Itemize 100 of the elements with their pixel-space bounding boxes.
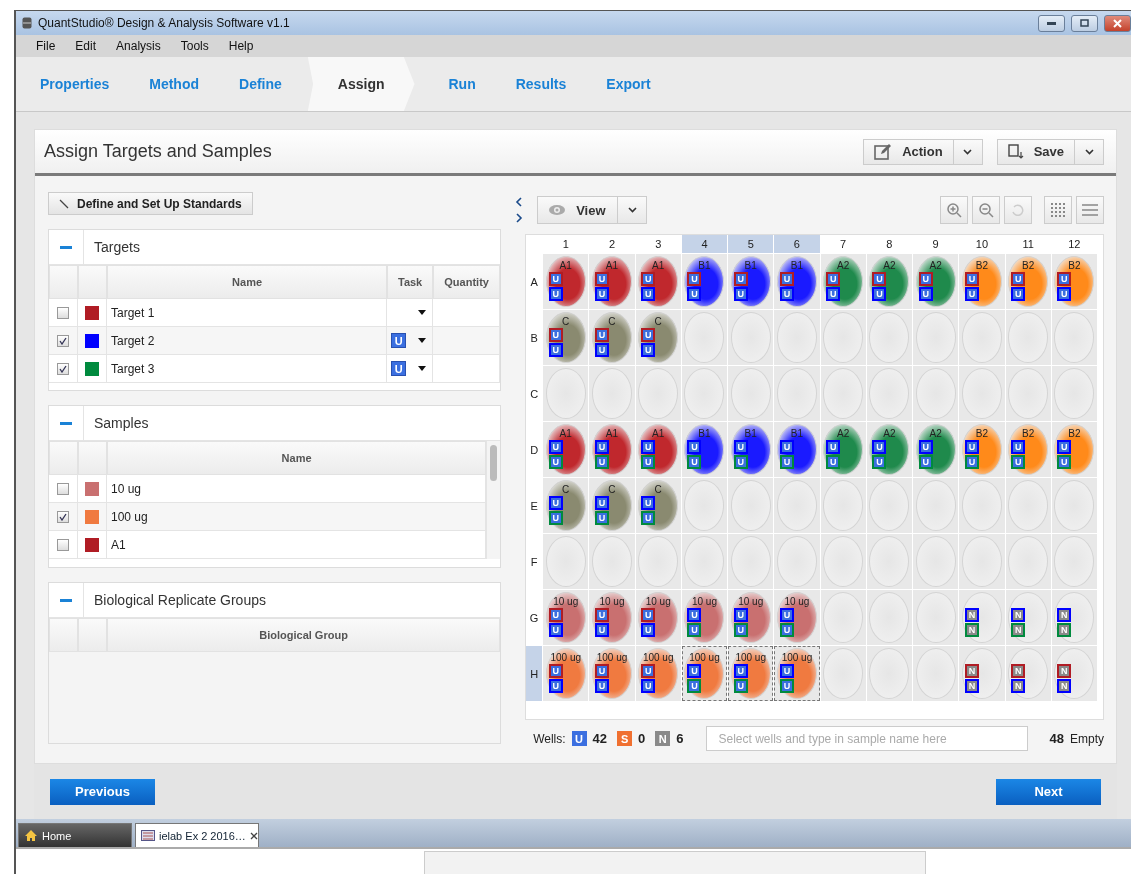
well-cell[interactable] (1005, 366, 1051, 421)
well-cell[interactable] (866, 366, 913, 421)
column-label[interactable]: 12 (1051, 235, 1097, 253)
well-cell[interactable]: B1 U U (681, 422, 728, 477)
well-cell[interactable] (820, 646, 866, 701)
checkbox[interactable] (57, 538, 69, 551)
well-cell[interactable]: B1 U U (681, 254, 728, 309)
well-cell[interactable] (681, 310, 728, 365)
list-view-button[interactable] (1076, 196, 1104, 224)
column-label[interactable]: 5 (728, 235, 774, 253)
close-icon[interactable] (249, 831, 258, 840)
reset-button[interactable] (1004, 196, 1032, 224)
well-cell[interactable] (589, 366, 635, 421)
well-cell[interactable]: B2 U U (1051, 422, 1097, 477)
well-cell[interactable]: C U U (543, 310, 589, 365)
well-cell[interactable] (681, 478, 728, 533)
well-cell[interactable] (866, 534, 913, 589)
well-cell[interactable]: A2 U U (820, 422, 866, 477)
menu-item[interactable]: Help (218, 39, 264, 53)
well-cell[interactable]: B2 U U (1051, 254, 1097, 309)
well-cell[interactable]: C U U (635, 478, 681, 533)
well-cell[interactable]: B2 U U (959, 422, 1005, 477)
next-button[interactable]: Next (996, 778, 1101, 805)
well-cell[interactable] (913, 310, 959, 365)
checkbox[interactable] (57, 334, 69, 347)
well-cell[interactable]: A1 U U (543, 254, 589, 309)
document-tab[interactable]: Home (18, 823, 132, 847)
well-cell[interactable] (1051, 534, 1097, 589)
well-cell[interactable]: C U U (543, 478, 589, 533)
well-cell[interactable] (913, 590, 959, 645)
well-cell[interactable] (728, 534, 774, 589)
well-cell[interactable]: 100 ug U U (774, 646, 820, 701)
well-cell[interactable] (1051, 366, 1097, 421)
well-cell[interactable]: B1 U U (774, 422, 820, 477)
well-cell[interactable] (681, 366, 728, 421)
well-cell[interactable] (820, 310, 866, 365)
well-cell[interactable] (959, 478, 1005, 533)
well-cell[interactable]: A2 U U (866, 254, 913, 309)
well-cell[interactable] (728, 366, 774, 421)
well-cell[interactable]: A1 U U (589, 254, 635, 309)
well-cell[interactable]: 100 ug U U (543, 646, 589, 701)
well-cell[interactable]: A2 U U (820, 254, 866, 309)
well-cell[interactable] (635, 366, 681, 421)
checkbox[interactable] (57, 510, 69, 523)
well-cell[interactable] (959, 534, 1005, 589)
scrollbar[interactable] (486, 441, 501, 559)
column-label[interactable]: 8 (866, 235, 913, 253)
well-cell[interactable] (913, 534, 959, 589)
column-label[interactable]: 3 (635, 235, 681, 253)
well-cell[interactable] (774, 478, 820, 533)
checkbox[interactable] (57, 306, 69, 319)
menu-item[interactable]: Edit (65, 39, 107, 53)
well-cell[interactable] (866, 646, 913, 701)
well-cell[interactable] (728, 478, 774, 533)
well-cell[interactable]: 100 ug U U (681, 646, 728, 701)
column-label[interactable]: 2 (589, 235, 635, 253)
well-cell[interactable]: 10 ug U U (774, 590, 820, 645)
grid-view-button[interactable] (1044, 196, 1072, 224)
well-cell[interactable] (866, 310, 913, 365)
column-label[interactable]: 11 (1005, 235, 1051, 253)
well-cell[interactable]: 100 ug U U (589, 646, 635, 701)
well-cell[interactable]: A1 U U (635, 254, 681, 309)
dropdown-arrow-icon[interactable] (418, 366, 427, 371)
well-cell[interactable]: A2 U U (913, 422, 959, 477)
well-cell[interactable] (959, 310, 1005, 365)
well-cell[interactable]: 10 ug U U (543, 590, 589, 645)
well-cell[interactable] (1005, 310, 1051, 365)
row-label[interactable]: B (526, 310, 543, 365)
well-cell[interactable]: A1 U U (635, 422, 681, 477)
well-cell[interactable]: 10 ug U U (728, 590, 774, 645)
zoom-in-button[interactable] (940, 196, 968, 224)
minimize-button[interactable] (1038, 14, 1065, 32)
well-cell[interactable] (1051, 478, 1097, 533)
well-cell[interactable]: C U U (635, 310, 681, 365)
menu-item[interactable]: Analysis (106, 39, 171, 53)
well-cell[interactable]: A2 U U (866, 422, 913, 477)
well-cell[interactable]: B2 U U (1005, 422, 1051, 477)
well-cell[interactable] (913, 478, 959, 533)
well-cell[interactable]: A1 U U (589, 422, 635, 477)
well-cell[interactable] (681, 534, 728, 589)
column-label[interactable]: 1 (543, 235, 589, 253)
well-cell[interactable] (866, 478, 913, 533)
well-cell[interactable]: 10 ug U U (635, 590, 681, 645)
well-cell[interactable] (913, 366, 959, 421)
well-cell[interactable] (589, 534, 635, 589)
checkbox[interactable] (57, 362, 69, 375)
expand-arrows-icon[interactable] (515, 196, 524, 224)
menu-item[interactable]: Tools (170, 39, 219, 53)
row-label[interactable]: A (526, 254, 543, 309)
well-cell[interactable] (820, 478, 866, 533)
zoom-out-button[interactable] (972, 196, 1000, 224)
checkbox[interactable] (57, 482, 69, 495)
well-cell[interactable]: B2 U U (959, 254, 1005, 309)
close-button[interactable] (1104, 14, 1131, 32)
well-cell[interactable]: 100 ug U U (635, 646, 681, 701)
well-cell[interactable] (543, 534, 589, 589)
sample-name-field[interactable]: Select wells and type in sample name here (705, 726, 1028, 751)
well-cell[interactable] (1005, 534, 1051, 589)
well-cell[interactable] (1005, 478, 1051, 533)
well-cell[interactable] (543, 366, 589, 421)
